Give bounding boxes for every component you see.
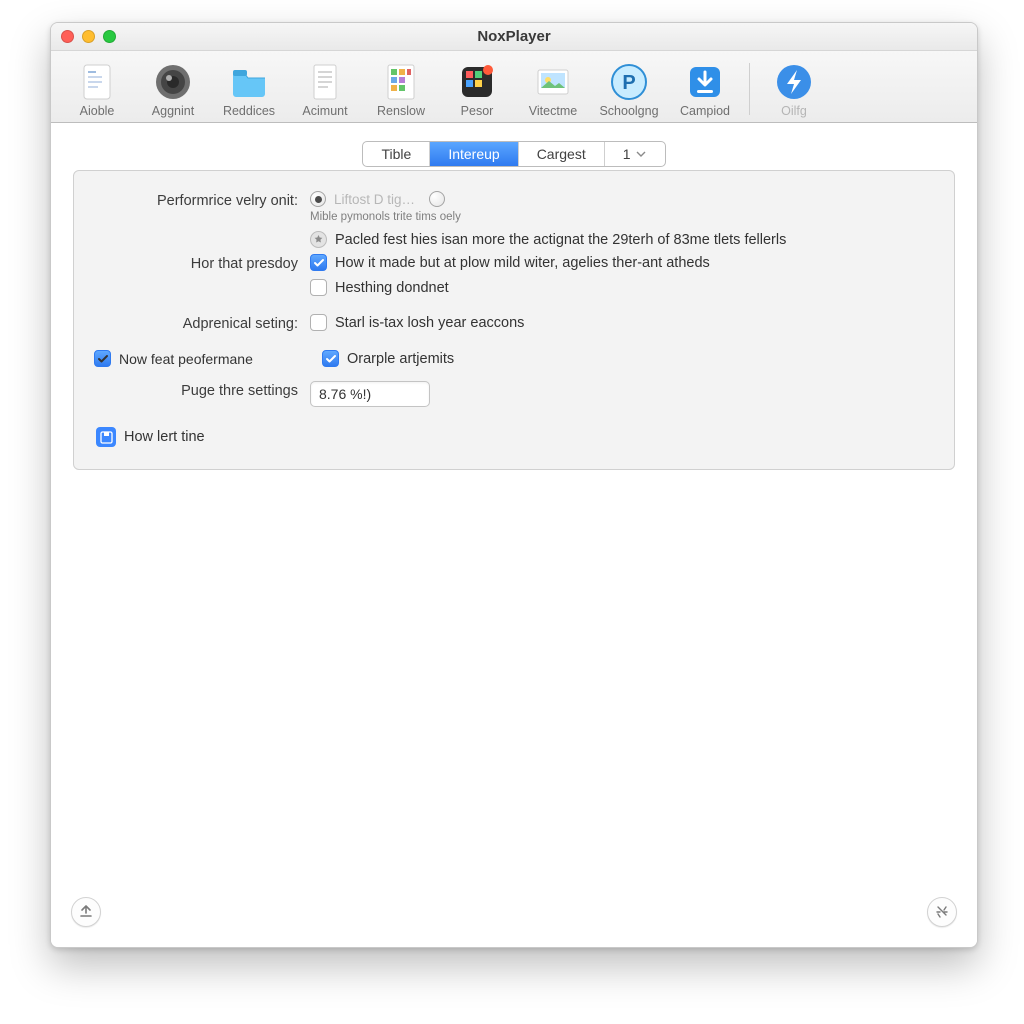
- checkbox-label: Now feat peofermane: [119, 351, 253, 367]
- grid-icon: [381, 62, 421, 102]
- tab-label: Tible: [381, 146, 411, 162]
- tab-cargest[interactable]: Cargest: [519, 142, 605, 166]
- toolbar-label: Aggnint: [152, 104, 194, 118]
- radio-label: Liftost D tig…: [334, 192, 415, 207]
- help-icon: [78, 904, 94, 920]
- tab-number[interactable]: 1: [605, 142, 665, 166]
- dropdown-icon: [635, 148, 647, 160]
- checkbox-starl[interactable]: Starl is-tax losh year eaccons: [310, 314, 936, 331]
- toolbar-item-aggnint[interactable]: Aggnint: [137, 60, 209, 118]
- toolbar-item-acimunt[interactable]: Acimunt: [289, 60, 361, 118]
- toolbar-label: Schoolgng: [599, 104, 658, 118]
- download-icon: [685, 62, 725, 102]
- checkbox-icon: [310, 254, 327, 271]
- tab-label: 1: [623, 146, 631, 162]
- tab-label: Intereup: [448, 146, 499, 162]
- zoom-button[interactable]: [103, 30, 116, 43]
- save-icon: [96, 427, 116, 447]
- toolbar-separator: [749, 63, 750, 115]
- svg-text:P: P: [622, 72, 635, 94]
- checkbox-icon: [322, 350, 339, 367]
- toolbar-label: Renslow: [377, 104, 425, 118]
- radio-pacled[interactable]: Pacled fest hies isan more the actignat …: [310, 231, 936, 248]
- checkbox-hesthing[interactable]: Hesthing dondnet: [310, 279, 936, 296]
- checkbox-label: Starl is-tax losh year eaccons: [335, 315, 524, 331]
- tab-intereup[interactable]: Intereup: [430, 142, 518, 166]
- label-puge: Puge thre settings: [92, 381, 310, 399]
- settings-panel: Performrice velry onit: Liftost D tig… M…: [73, 170, 955, 470]
- radio-liftost[interactable]: Liftost D tig…: [310, 191, 936, 207]
- toolbar-label: Acimunt: [302, 104, 347, 118]
- toolbar-label: Campiod: [680, 104, 730, 118]
- checkbox-how-it-made[interactable]: How it made but at plow mild witer, agel…: [310, 254, 936, 271]
- toolbar-label: Oilfg: [781, 104, 807, 118]
- help-button[interactable]: [71, 897, 101, 927]
- toolbar-label: Pesor: [461, 104, 494, 118]
- toolbar-item-schoolgng[interactable]: P Schoolgng: [593, 60, 665, 118]
- minimize-button[interactable]: [82, 30, 95, 43]
- tab-label: Cargest: [537, 146, 586, 162]
- close-button[interactable]: [61, 30, 74, 43]
- checkbox-now-feat[interactable]: [94, 350, 111, 367]
- toolbar-item-renslow[interactable]: Renslow: [365, 60, 437, 118]
- app-icon: [457, 62, 497, 102]
- checkbox-orarple[interactable]: Orarple artjemits: [322, 350, 936, 367]
- radio-icon: [310, 191, 326, 207]
- toolbar-item-pesor[interactable]: Pesor: [441, 60, 513, 118]
- info-icon: [310, 231, 327, 248]
- titlebar: NoxPlayer: [51, 23, 977, 51]
- document-icon: [77, 62, 117, 102]
- toolbar-label: Reddices: [223, 104, 275, 118]
- photo-icon: [533, 62, 573, 102]
- settings-button[interactable]: [927, 897, 957, 927]
- label-performance: Performrice velry onit:: [92, 191, 310, 209]
- subnote: Mible pymonols trite tims oely: [310, 211, 936, 223]
- tab-bar: Tible Intereup Cargest 1: [362, 141, 665, 167]
- toolbar-item-aioble[interactable]: Aioble: [61, 60, 133, 118]
- page-icon: [305, 62, 345, 102]
- toolbar-item-vitectme[interactable]: Vitectme: [517, 60, 589, 118]
- lens-icon: [153, 62, 193, 102]
- toolbar-label: Vitectme: [529, 104, 577, 118]
- radio-icon: [429, 191, 445, 207]
- checkbox-label: Hesthing dondnet: [335, 280, 449, 296]
- toolbar-label: Aioble: [80, 104, 115, 118]
- checkbox-icon: [310, 314, 327, 331]
- link-label: How lert tine: [124, 429, 205, 445]
- folder-icon: [229, 62, 269, 102]
- label-hor-presdoy: Hor that presdoy: [92, 254, 310, 272]
- toolbar: Aioble Aggnint Reddices Acimunt Renslow: [51, 51, 977, 123]
- checkbox-icon: [310, 279, 327, 296]
- toolbar-item-oilfg[interactable]: Oilfg: [758, 60, 830, 118]
- energy-icon: [774, 62, 814, 102]
- label-adprenical: Adprenical seting:: [92, 314, 310, 332]
- preferences-window: NoxPlayer Aioble Aggnint Reddices Acim: [50, 22, 978, 948]
- toolbar-item-campiod[interactable]: Campiod: [669, 60, 741, 118]
- checkbox-label: How it made but at plow mild witer, agel…: [335, 255, 710, 271]
- link-how-lert[interactable]: How lert tine: [96, 427, 936, 447]
- content-area: Tible Intereup Cargest 1 Performrice vel…: [51, 123, 977, 947]
- window-controls: [61, 30, 116, 43]
- input-puge-value[interactable]: 8.76 %!): [310, 381, 430, 407]
- tab-tible[interactable]: Tible: [363, 142, 430, 166]
- checkbox-label: Orarple artjemits: [347, 351, 454, 367]
- toolbar-item-reddices[interactable]: Reddices: [213, 60, 285, 118]
- input-value: 8.76 %!): [319, 386, 371, 402]
- gear-icon: [934, 904, 950, 920]
- radio-label: Pacled fest hies isan more the actignat …: [335, 232, 786, 248]
- parking-icon: P: [609, 62, 649, 102]
- window-title: NoxPlayer: [51, 28, 977, 45]
